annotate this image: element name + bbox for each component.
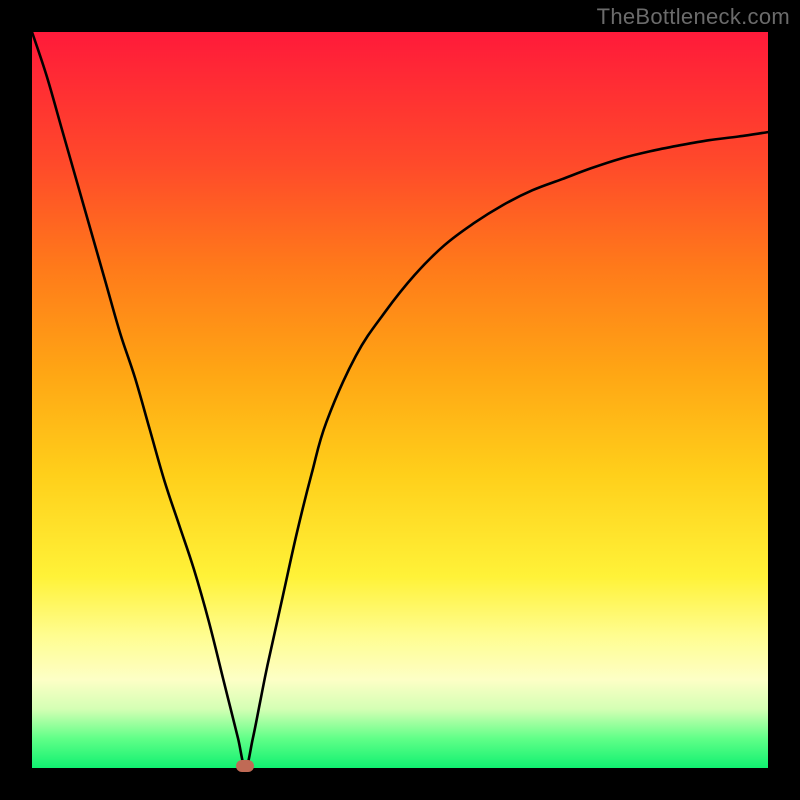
plot-area xyxy=(32,32,768,768)
minimum-marker xyxy=(236,760,254,772)
bottleneck-curve xyxy=(32,32,768,768)
chart-frame: TheBottleneck.com xyxy=(0,0,800,800)
watermark-text: TheBottleneck.com xyxy=(597,4,790,30)
